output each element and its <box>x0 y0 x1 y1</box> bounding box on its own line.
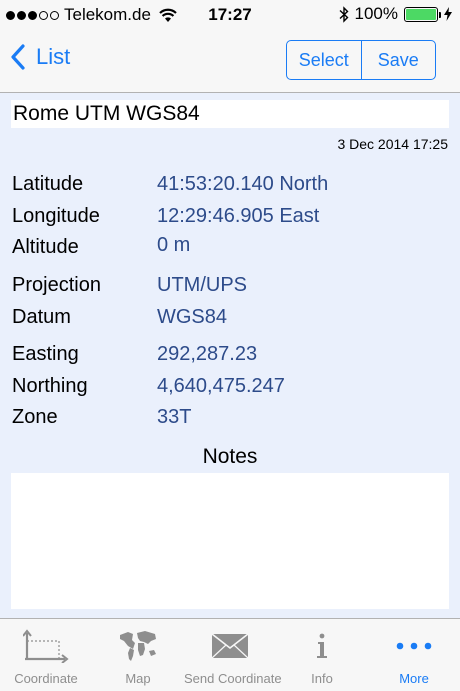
longitude-value: 12:29:46.905 East <box>157 205 320 227</box>
northing-label: Northing <box>12 375 88 397</box>
zone-label: Zone <box>12 406 58 428</box>
datum-label: Datum <box>12 306 71 328</box>
latitude-label: Latitude <box>12 173 84 195</box>
battery-percent: 100% <box>354 4 398 23</box>
back-button[interactable]: List <box>10 44 70 70</box>
tab-more[interactable]: More <box>368 619 460 691</box>
altitude-label: Altitude <box>12 236 79 258</box>
status-right: 100% <box>339 4 452 24</box>
envelope-icon <box>211 633 249 659</box>
longitude-label: Longitude <box>12 205 100 227</box>
more-dots-icon <box>396 642 432 650</box>
status-bar: Telekom.de 17:27 100% <box>0 0 460 30</box>
record-detail: 3 Dec 2014 17:25 Latitude 41:53:20.140 N… <box>0 93 460 618</box>
record-date: 3 Dec 2014 17:25 <box>337 136 448 152</box>
bluetooth-icon <box>339 5 349 23</box>
back-label: List <box>36 44 71 69</box>
battery-icon <box>404 6 441 22</box>
chevron-left-icon <box>11 44 25 70</box>
save-button[interactable]: Save <box>360 41 436 79</box>
tab-info-label: Info <box>311 671 333 686</box>
charging-bolt-icon <box>444 7 452 21</box>
latitude-value: 41:53:20.140 North <box>157 173 329 195</box>
projection-label: Projection <box>12 274 101 296</box>
info-icon <box>317 633 327 658</box>
notes-title: Notes <box>202 445 258 468</box>
coordinate-axes-icon <box>23 629 69 663</box>
record-name-field[interactable] <box>11 100 449 128</box>
tab-map-label: Map <box>125 671 151 686</box>
tab-info[interactable]: Info <box>276 619 368 691</box>
tab-bar: Coordinate Map Send Coordinate Info More <box>0 618 460 691</box>
tab-send-coordinate-label: Send Coordinate <box>184 671 282 686</box>
easting-value: 292,287.23 <box>157 343 258 365</box>
notes-field[interactable] <box>11 473 449 609</box>
tab-map[interactable]: Map <box>92 619 184 691</box>
altitude-value: 0 m <box>157 234 191 256</box>
navigation-bar: List Select Save <box>0 30 460 93</box>
datum-value: WGS84 <box>157 306 228 328</box>
world-map-icon <box>120 631 156 661</box>
tab-coordinate[interactable]: Coordinate <box>0 619 92 691</box>
tab-send-coordinate[interactable]: Send Coordinate <box>184 619 282 691</box>
northing-value: 4,640,475.247 <box>157 375 285 397</box>
zone-value: 33T <box>157 406 192 428</box>
projection-value: UTM/UPS <box>157 274 247 296</box>
tab-more-label: More <box>399 671 429 686</box>
select-save-segmented-control: Select Save <box>286 40 436 80</box>
select-button[interactable]: Select <box>287 41 361 79</box>
easting-label: Easting <box>12 343 79 365</box>
tab-coordinate-label: Coordinate <box>14 671 78 686</box>
